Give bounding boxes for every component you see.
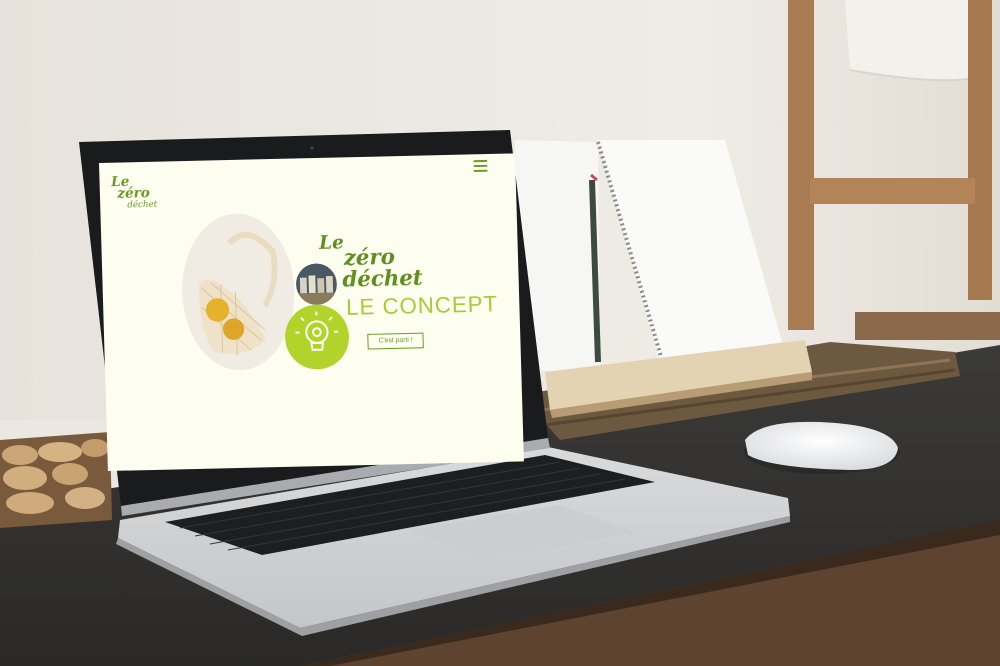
ladder-rail-left — [788, 0, 814, 330]
desk-back-ledge — [855, 312, 1000, 340]
hero-title-dechet: déchet — [342, 265, 424, 293]
lightbulb-gear-icon — [295, 311, 339, 351]
hero-photo-bag — [179, 212, 297, 372]
site-logo[interactable]: Le zéro déchet — [111, 174, 157, 214]
concept-circle — [284, 304, 350, 371]
hero-photo-jars — [295, 263, 338, 306]
hero-title-le: Le — [318, 231, 345, 254]
ladder-rail-right — [968, 0, 992, 300]
ladder-rung — [810, 178, 975, 204]
wood-slices-coaster — [0, 432, 112, 528]
photo-scene: Le zéro déchet Le zéro déchet LE CONCEPT… — [0, 0, 1000, 666]
logo-line-dechet: déchet — [127, 199, 158, 211]
hamburger-menu-icon[interactable] — [473, 159, 488, 172]
lamp-shade — [845, 0, 980, 81]
hero-subtitle: LE CONCEPT — [345, 290, 499, 320]
camera — [310, 146, 314, 150]
cta-button[interactable]: C'est parti ! — [367, 332, 424, 350]
laptop-screen: Le zéro déchet Le zéro déchet LE CONCEPT… — [99, 153, 524, 472]
